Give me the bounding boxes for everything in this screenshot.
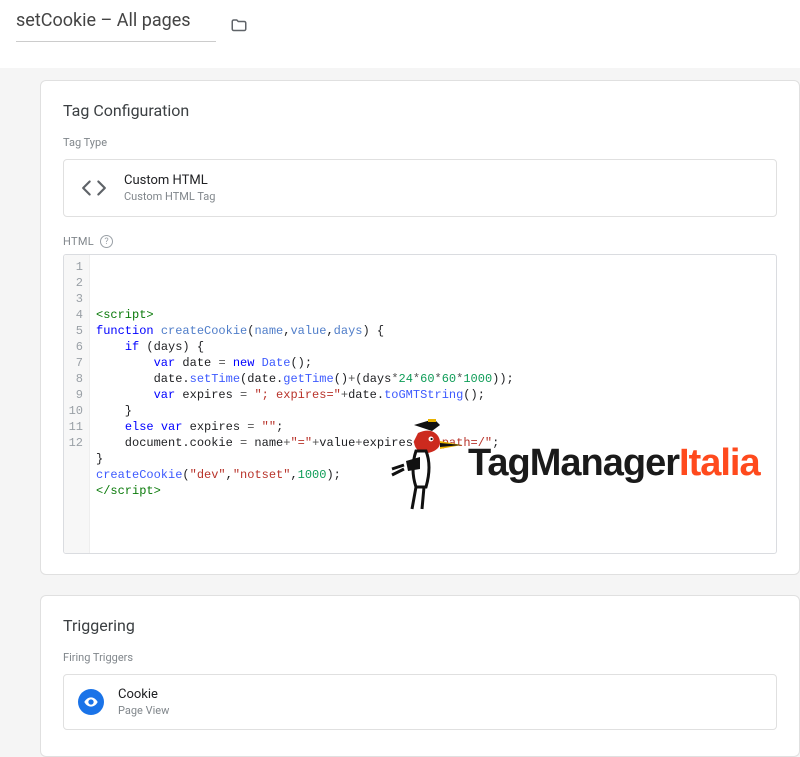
tag-configuration-title: Tag Configuration (63, 101, 777, 120)
code-line[interactable]: <script> (96, 307, 770, 323)
folder-icon[interactable] (230, 19, 248, 33)
pageview-icon (78, 689, 104, 715)
help-icon[interactable]: ? (100, 235, 113, 248)
code-line[interactable]: createCookie("dev","notset",1000); (96, 467, 770, 483)
code-line[interactable]: function createCookie(name,value,days) { (96, 323, 770, 339)
code-line[interactable]: } (96, 403, 770, 419)
code-line[interactable]: else var expires = ""; (96, 419, 770, 435)
firing-triggers-label: Firing Triggers (63, 651, 777, 664)
code-line[interactable]: </script> (96, 483, 770, 499)
triggering-title: Triggering (63, 616, 777, 635)
tag-type-selector[interactable]: Custom HTML Custom HTML Tag (63, 159, 777, 217)
page-header: setCookie – All pages (0, 0, 800, 48)
html-code-editor[interactable]: 123456789101112 (63, 254, 777, 554)
code-line[interactable]: date.setTime(date.getTime()+(days*24*60*… (96, 371, 770, 387)
code-brackets-icon (78, 172, 110, 204)
tag-type-name: Custom HTML (124, 173, 215, 188)
triggering-card: Triggering Firing Triggers Cookie Page V… (40, 595, 800, 757)
trigger-subtitle: Page View (118, 704, 169, 717)
firing-trigger-item[interactable]: Cookie Page View (63, 674, 777, 730)
html-field-label: HTML (63, 235, 94, 248)
trigger-name: Cookie (118, 687, 169, 702)
tag-type-subtitle: Custom HTML Tag (124, 190, 215, 203)
code-line[interactable]: if (days) { (96, 339, 770, 355)
code-line[interactable]: var date = new Date(); (96, 355, 770, 371)
tag-configuration-card: Tag Configuration Tag Type Custom HTML C… (40, 80, 800, 575)
tag-type-label: Tag Type (63, 136, 777, 149)
tag-name-input[interactable]: setCookie – All pages (16, 10, 216, 35)
code-line[interactable]: var expires = "; expires="+date.toGMTStr… (96, 387, 770, 403)
code-line[interactable]: document.cookie = name+"="+value+expires… (96, 435, 770, 451)
code-content[interactable]: TagManagerItalia <script>function create… (90, 255, 776, 553)
code-line[interactable]: } (96, 451, 770, 467)
code-line-gutter: 123456789101112 (64, 255, 90, 553)
